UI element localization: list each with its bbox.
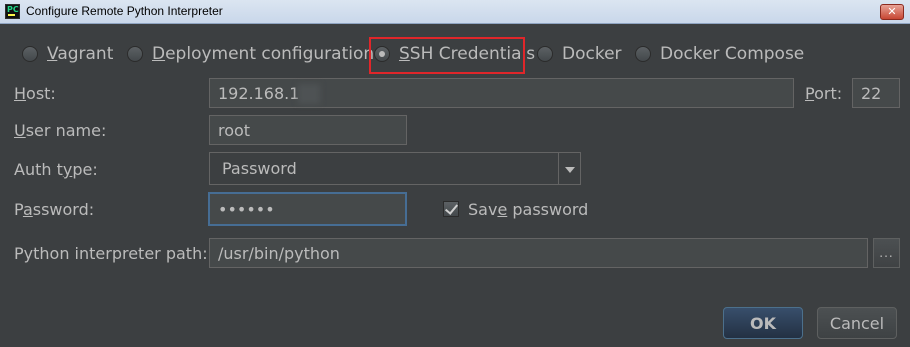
username-label: User name:	[14, 121, 107, 140]
username-value: root	[218, 120, 251, 140]
radio-label-docker: Docker	[562, 44, 622, 64]
radio-label-deployment-configuration: Deployment configuration	[152, 44, 375, 64]
chevron-down-icon[interactable]	[558, 153, 580, 184]
redacted-host-blur	[298, 84, 320, 104]
radio-docker[interactable]: Docker	[537, 40, 622, 68]
radio-label-docker-compose: Docker Compose	[660, 44, 805, 64]
save-password-label[interactable]: Save password	[468, 200, 588, 219]
title-bar: PC Configure Remote Python Interpreter ✕	[0, 0, 910, 24]
port-input[interactable]: 22	[852, 78, 900, 108]
interpreter-path-input[interactable]: /usr/bin/python	[209, 238, 868, 268]
authtype-value: Password	[222, 159, 297, 178]
browse-button[interactable]: ...	[873, 238, 900, 268]
pycharm-app-icon: PC	[5, 4, 20, 19]
close-icon: ✕	[887, 5, 897, 18]
radio-deployment-configuration[interactable]: Deployment configuration	[127, 40, 374, 68]
username-input[interactable]: root	[209, 115, 407, 145]
radio-vagrant[interactable]: Vagrant	[22, 40, 113, 68]
port-label: Port:	[805, 84, 843, 103]
window-title: Configure Remote Python Interpreter	[26, 4, 223, 18]
radio-docker-compose[interactable]: Docker Compose	[635, 40, 804, 68]
close-window-button[interactable]: ✕	[880, 4, 904, 20]
port-value: 22	[861, 83, 882, 103]
password-value: ••••••	[218, 199, 275, 219]
host-label: Host:	[14, 84, 56, 103]
save-password-checkbox[interactable]	[443, 201, 459, 217]
authtype-label: Auth type:	[14, 160, 98, 179]
radio-button-vagrant[interactable]	[22, 46, 38, 62]
host-value: 192.168.1	[218, 83, 300, 103]
interpreter-path-label: Python interpreter path:	[14, 244, 208, 263]
cancel-button[interactable]: Cancel	[817, 307, 897, 339]
ok-label: OK	[750, 313, 776, 333]
password-label: Password:	[14, 200, 95, 219]
browse-label: ...	[879, 246, 894, 260]
radio-button-docker[interactable]	[537, 46, 553, 62]
ssh-credentials-highlight-box	[369, 37, 525, 74]
password-input[interactable]: ••••••	[208, 192, 407, 226]
radio-button-docker-compose[interactable]	[635, 46, 651, 62]
authtype-dropdown[interactable]: Password	[209, 152, 581, 185]
radio-label-vagrant: Vagrant	[47, 44, 114, 64]
cancel-label: Cancel	[829, 313, 885, 333]
interpreter-path-value: /usr/bin/python	[218, 243, 340, 263]
ok-button[interactable]: OK	[723, 307, 803, 339]
host-input[interactable]: 192.168.1	[209, 78, 794, 108]
radio-button-deployment-configuration[interactable]	[127, 46, 143, 62]
